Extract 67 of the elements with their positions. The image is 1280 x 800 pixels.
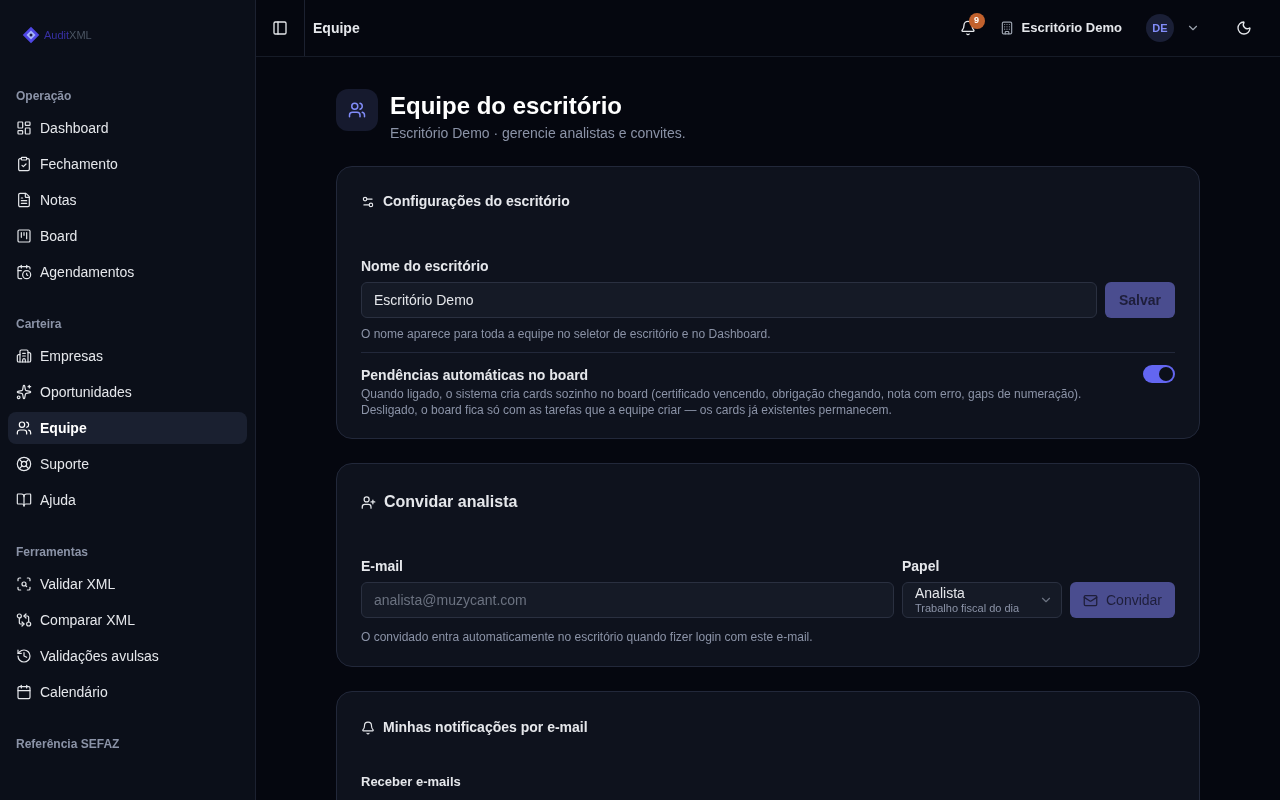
email-input[interactable]: analista@muzycant.com (361, 582, 894, 618)
nav-icon (16, 228, 32, 244)
section-title: Referência SEFAZ (15, 736, 121, 753)
sidebar-item[interactable]: Suporte (8, 448, 247, 480)
setting-description: Desligado, o board fica só com as tarefas que a equipe criar — os cards já existentes permanecem. (361, 403, 893, 418)
nav-icon (16, 120, 32, 136)
card-title: Minhas notificações por e-mail (383, 718, 588, 737)
office-selector[interactable]: Escritório Demo (999, 18, 1122, 38)
nav-icon (16, 492, 32, 508)
sidebar-item[interactable]: Oportunidades (8, 376, 247, 408)
sidebar-toggle-icon (272, 20, 288, 36)
sidebar-item[interactable]: Board (8, 220, 247, 252)
field-label: Nome do escritório (361, 257, 490, 276)
nav-icon (16, 348, 32, 364)
sidebar-item[interactable]: Dashboard (8, 112, 247, 144)
notifications-button[interactable]: 9 (951, 12, 984, 44)
nav-icon (16, 576, 32, 592)
office-name-input[interactable]: Escritório Demo (361, 282, 1097, 318)
logo-text: AuditXML (44, 27, 92, 43)
field-label: E-mail (361, 557, 404, 576)
field-hint: O nome aparece para toda a equipe no seletor de escritório e no Dashboard. (361, 326, 772, 343)
page-title: Equipe do escritório (390, 91, 624, 121)
sidebar-item[interactable]: Comparar XML (8, 604, 247, 636)
user-menu-button[interactable]: DE (1146, 14, 1200, 42)
nav-icon (16, 192, 32, 208)
field-hint: O convidado entra automaticamente no escritório quando fizer login com este e-mail. (361, 629, 814, 646)
section-title: Ferramentas (15, 544, 90, 561)
setting-label: Pendências automáticas no board (361, 366, 590, 385)
nav-icon (16, 648, 32, 664)
nav-icon (16, 264, 32, 280)
sidebar-item[interactable]: Agendamentos (8, 256, 247, 288)
settings-icon (361, 194, 375, 209)
moon-icon (1236, 20, 1252, 36)
nav-icon (16, 684, 32, 700)
card-title: Convidar analista (384, 492, 518, 512)
sidebar-item[interactable]: Ajuda (8, 484, 247, 516)
nav-icon (16, 420, 32, 436)
users-icon (348, 101, 366, 119)
nav-icon (16, 156, 32, 172)
sidebar-item[interactable]: Validações avulsas (8, 640, 247, 672)
nav-icon (16, 384, 32, 400)
auto-tasks-toggle[interactable] (1143, 365, 1175, 383)
nav-icon (16, 612, 32, 628)
logo-icon (22, 26, 40, 44)
section-title: Operação (15, 88, 73, 105)
sidebar-item[interactable]: Notas (8, 184, 247, 216)
bell-icon (361, 720, 375, 735)
add-user-icon (361, 494, 376, 510)
building-icon (999, 21, 1014, 35)
role-select[interactable]: Analista Trabalho fiscal do dia (902, 582, 1062, 618)
page-subtitle: Escritório Demo · gerencie analistas e convites. (390, 124, 686, 143)
field-label: Papel (902, 557, 941, 576)
nav-icon (16, 456, 32, 472)
notification-count: 9 (968, 13, 985, 29)
notifications-icon (959, 20, 976, 36)
section-title: Carteira (15, 316, 63, 333)
header-title: Equipe (313, 18, 360, 38)
sidebar-item[interactable]: Validar XML (8, 568, 247, 600)
sidebar-item[interactable]: Empresas (8, 340, 247, 372)
sidebar-item[interactable]: Equipe (8, 412, 247, 444)
setting-description: Quando ligado, o sistema cria cards sozinho no board (certificado vencendo, obrigação chegando, nota com erro, gaps de numeração). (361, 387, 1082, 402)
field-label: Receber e-mails (361, 774, 462, 789)
sidebar-item[interactable]: Fechamento (8, 148, 247, 180)
user-avatar: DE (1146, 14, 1174, 42)
mail-icon (1083, 592, 1098, 608)
sidebar-item[interactable]: Calendário (8, 676, 247, 708)
card-title: Configurações do escritório (383, 192, 570, 211)
